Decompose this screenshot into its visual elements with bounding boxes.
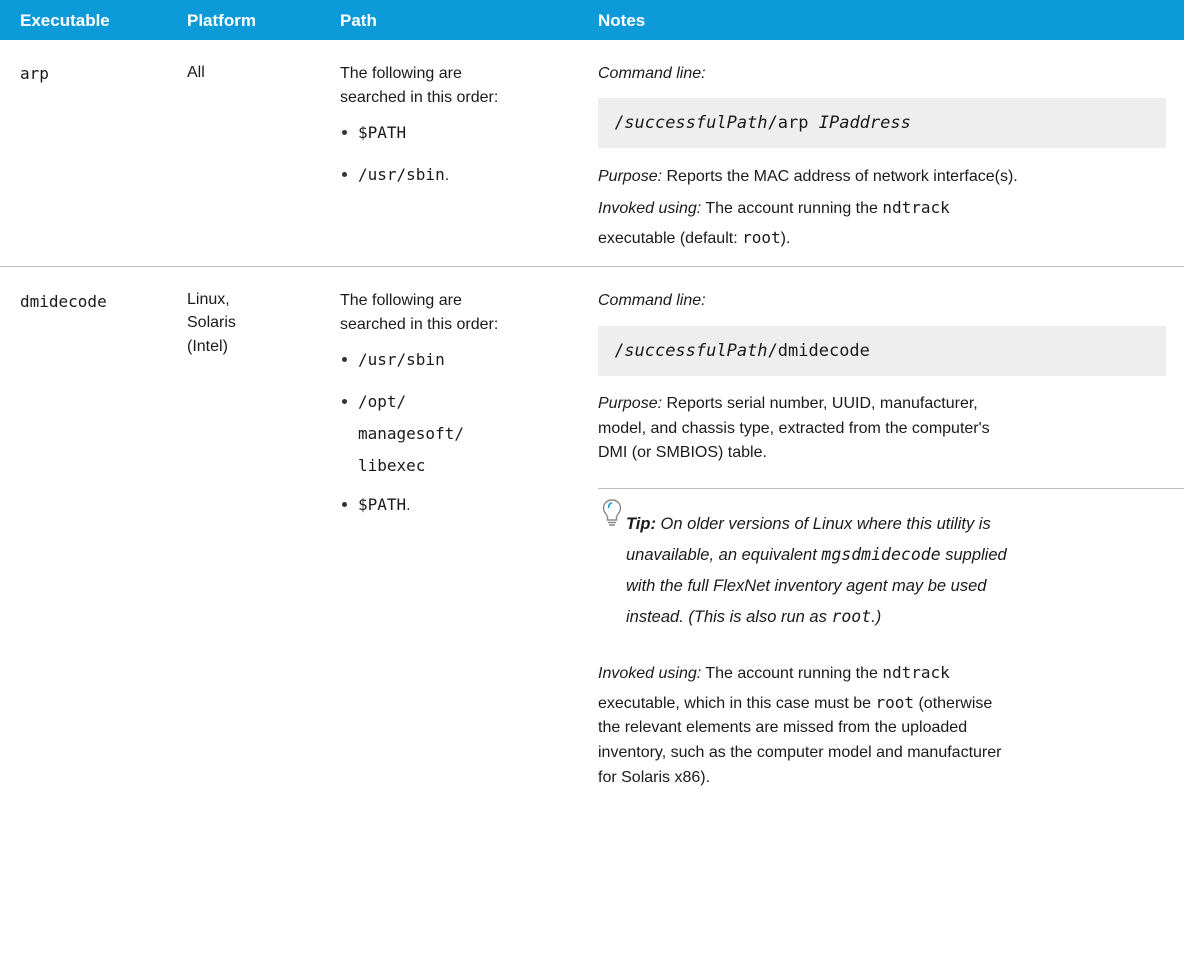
path-item: libexec [358, 456, 426, 475]
tip-text: unavailable, an equivalent mgsdmidecode … [626, 545, 1007, 564]
purpose-text: Purpose: Reports serial number, UUID, ma… [598, 395, 978, 412]
code-block: /successfulPath/dmidecode [598, 326, 1166, 376]
platform-value: All [187, 64, 205, 81]
bullet [342, 502, 347, 507]
platform-value: Solaris [187, 314, 236, 331]
table-header: Executable Platform Path Notes [0, 0, 1184, 40]
invoked-text: for Solaris x86). [598, 769, 711, 786]
bullet [342, 172, 347, 177]
invoked-text: inventory, such as the computer model an… [598, 744, 1002, 761]
invoked-text: Invoked using: The account running the n… [598, 198, 950, 217]
path-intro: searched in this order: [340, 316, 499, 333]
executable-name: arp [20, 64, 49, 83]
path-code: /usr/sbin [358, 165, 445, 184]
path-item: /opt/ [358, 392, 407, 411]
header-path: Path [340, 11, 377, 30]
command-line-label: Command line: [598, 65, 706, 82]
path-intro: searched in this order: [340, 89, 499, 106]
purpose-text: DMI (or SMBIOS) table. [598, 444, 767, 461]
lightbulb-icon [602, 499, 622, 526]
purpose-text: Purpose: Reports the MAC address of netw… [598, 168, 1018, 185]
executable-name: dmidecode [20, 292, 107, 311]
path-item: managesoft/ [358, 424, 464, 443]
path-code: $PATH [358, 495, 407, 514]
bullet [342, 357, 347, 362]
header-notes: Notes [598, 11, 646, 30]
platform-value: Linux, [187, 291, 230, 308]
header-executable: Executable [20, 11, 110, 30]
tip-text: instead. (This is also run as root.) [626, 607, 882, 626]
invoked-text: executable (default: root). [598, 228, 791, 247]
invoked-text: the relevant elements are missed from th… [598, 719, 968, 736]
command-line-label: Command line: [598, 292, 706, 309]
path-item: $PATH. [358, 495, 411, 514]
tip-text: Tip: On older versions of Linux where th… [626, 515, 991, 533]
path-intro: The following are [340, 65, 462, 82]
invoked-text: executable, which in this case must be r… [598, 693, 993, 712]
path-intro: The following are [340, 292, 462, 309]
header-platform: Platform [187, 11, 256, 30]
command-text: /successfulPath/arp IPaddress [614, 113, 911, 133]
invoked-text: Invoked using: The account running the n… [598, 663, 950, 682]
platform-value: (Intel) [187, 338, 228, 355]
path-item: /usr/sbin [358, 350, 445, 369]
tip-divider [598, 488, 1184, 489]
row-separator [0, 266, 1184, 267]
command-text: /successfulPath/dmidecode [614, 341, 870, 361]
bullet [342, 399, 347, 404]
tip-text: with the full FlexNet inventory agent ma… [626, 577, 987, 595]
code-block: /successfulPath/arp IPaddress [598, 98, 1166, 148]
path-item: /usr/sbin. [358, 165, 450, 184]
bullet [342, 130, 347, 135]
path-item: $PATH [358, 123, 407, 142]
purpose-text: model, and chassis type, extracted from … [598, 420, 990, 437]
